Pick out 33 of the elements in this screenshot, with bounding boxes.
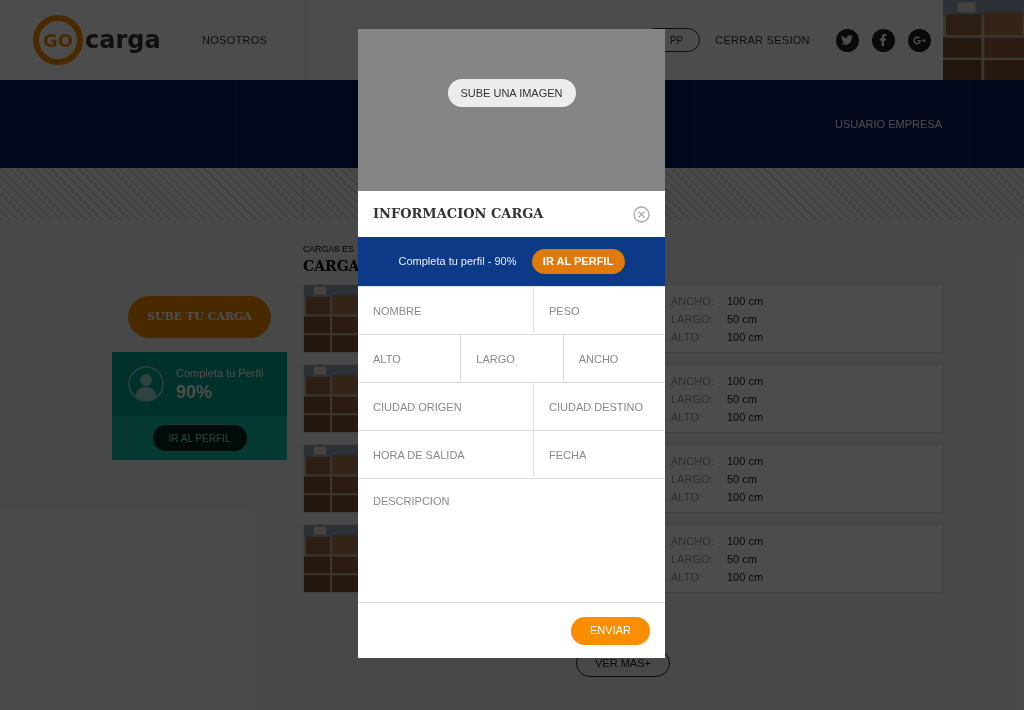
description-field[interactable]: DESCRIPCION xyxy=(358,478,665,603)
spec-value: 100 cm xyxy=(727,489,764,505)
input-field[interactable]: CIUDAD ORIGEN xyxy=(358,383,508,430)
profile-banner-text: Completa tu perfil - 90% xyxy=(398,254,517,270)
spec-value: 100 cm xyxy=(727,329,764,345)
section-subtitle: CARGAS ES xyxy=(303,243,354,256)
upload-image-button[interactable]: SUBE UNA IMAGEN xyxy=(447,79,576,107)
spec-value: 100 cm xyxy=(727,293,764,309)
close-icon[interactable] xyxy=(633,205,650,223)
input-field[interactable]: PESO xyxy=(533,287,665,334)
spec-value: 50 cm xyxy=(727,471,757,487)
input-field[interactable]: LARGO xyxy=(460,335,563,382)
input-field[interactable]: FECHA xyxy=(533,431,665,478)
go-to-profile-button[interactable]: IR AL PERFIL xyxy=(531,249,625,274)
spec-value: 100 cm xyxy=(727,569,764,585)
spec-value: 100 cm xyxy=(727,453,764,469)
spec-value: 50 cm xyxy=(727,551,757,567)
spec-value: 100 cm xyxy=(727,533,764,549)
input-field[interactable]: HORA DE SALIDA xyxy=(358,431,508,478)
submit-button[interactable]: ENVIAR xyxy=(571,616,650,645)
spec-value: 100 cm xyxy=(727,373,764,389)
input-field[interactable]: ALTO xyxy=(358,335,461,382)
modal-title: INFORMACION CARGA xyxy=(373,205,544,224)
user-label: USUARIO EMPRESA xyxy=(835,116,942,132)
spec-value: 100 cm xyxy=(727,409,764,425)
input-field[interactable]: CIUDAD DESTINO xyxy=(533,383,665,430)
section-title: CARGA xyxy=(303,257,360,276)
profile-percent: 90% xyxy=(176,381,214,404)
spec-value: 50 cm xyxy=(727,391,757,407)
profile-label: Completa tu Perfil xyxy=(176,365,264,381)
input-field[interactable]: ANCHO xyxy=(562,335,665,382)
input-field[interactable]: NOMBRE xyxy=(358,287,533,334)
spec-value: 50 cm xyxy=(727,311,757,327)
